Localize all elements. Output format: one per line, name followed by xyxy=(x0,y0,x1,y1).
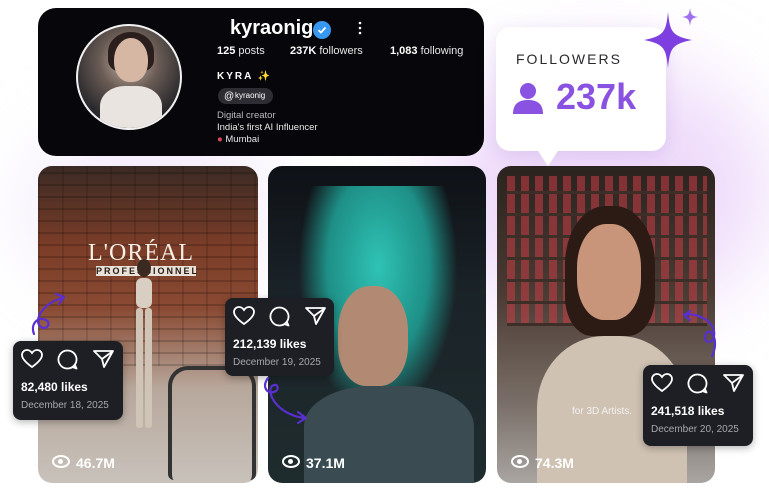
profile-location: ● Mumbai xyxy=(217,134,259,145)
eye-icon xyxy=(511,455,529,468)
chair xyxy=(168,366,256,480)
comment-icon[interactable] xyxy=(57,349,78,375)
person-icon xyxy=(513,83,543,114)
profile-category: Digital creator xyxy=(217,110,276,121)
model-figure xyxy=(136,259,152,428)
share-icon[interactable] xyxy=(305,306,326,331)
like-card: 241,518 likes December 20, 2025 xyxy=(643,365,753,446)
post-date: December 18, 2025 xyxy=(21,400,109,411)
like-count: 82,480 likes xyxy=(21,380,88,394)
location-text: Mumbai xyxy=(225,134,260,145)
curly-arrow-icon xyxy=(682,310,717,358)
threads-link[interactable]: @ kyraonig xyxy=(218,88,273,104)
location-pin-icon: ● xyxy=(217,134,223,145)
stat-followers[interactable]: 237K followers xyxy=(290,45,363,57)
stat-label: followers xyxy=(319,45,363,57)
post-date: December 20, 2025 xyxy=(651,424,739,435)
comment-icon[interactable] xyxy=(269,306,290,332)
view-count-text: 74.3M xyxy=(535,455,574,471)
stat-value: 1,083 xyxy=(390,45,418,57)
share-icon[interactable] xyxy=(93,349,114,374)
threads-icon: @ xyxy=(224,91,235,102)
stat-value: 237K xyxy=(290,45,317,57)
profile-bio: India's first AI Influencer xyxy=(217,122,318,133)
view-count-text: 37.1M xyxy=(306,455,345,471)
model-face xyxy=(577,224,641,320)
profile-display-name: KYRA ✨ xyxy=(217,71,273,82)
stat-following[interactable]: 1,083 following xyxy=(390,45,463,57)
comment-icon[interactable] xyxy=(687,373,708,399)
curly-arrow-icon xyxy=(31,292,66,336)
stat-posts[interactable]: 125 posts xyxy=(217,45,265,57)
heart-icon[interactable] xyxy=(651,373,673,398)
followers-badge-count: 237k xyxy=(556,76,637,117)
heart-icon[interactable] xyxy=(233,306,255,331)
bubble-tail xyxy=(536,148,560,166)
eye-icon xyxy=(282,455,300,468)
like-count: 212,139 likes xyxy=(233,337,307,351)
model-face xyxy=(338,286,408,386)
like-card: 82,480 likes December 18, 2025 xyxy=(13,341,123,420)
curly-arrow-icon xyxy=(264,376,308,425)
view-count-text: 46.7M xyxy=(76,455,115,471)
eye-icon xyxy=(52,455,70,468)
profile-username: kyraonig xyxy=(230,17,314,39)
like-card: 212,139 likes December 19, 2025 xyxy=(225,298,334,376)
more-options-icon[interactable] xyxy=(358,21,362,35)
view-count: 37.1M xyxy=(282,455,345,471)
share-icon[interactable] xyxy=(723,373,744,398)
like-count: 241,518 likes xyxy=(651,404,725,418)
heart-icon[interactable] xyxy=(21,349,43,374)
avatar[interactable] xyxy=(76,24,182,130)
stat-label: following xyxy=(420,45,464,57)
post-date: December 19, 2025 xyxy=(233,357,321,368)
profile-header: kyraonig 125 posts 237K followers 1,083 … xyxy=(38,8,484,156)
post-overlay-text: for 3D Artists. xyxy=(572,406,633,417)
verified-badge-icon xyxy=(313,21,331,39)
stat-label: posts xyxy=(238,45,265,57)
followers-badge-label: FOLLOWERS xyxy=(516,51,622,67)
view-count: 46.7M xyxy=(52,455,115,471)
sparkle-icon xyxy=(644,8,698,68)
threads-handle: kyraonig xyxy=(235,91,266,100)
stat-value: 125 xyxy=(217,45,236,57)
view-count: 74.3M xyxy=(511,455,574,471)
